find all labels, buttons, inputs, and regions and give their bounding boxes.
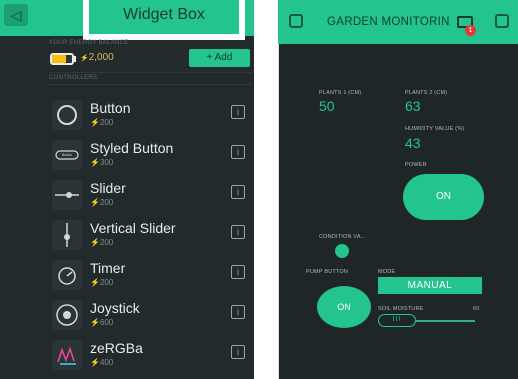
widget-cost: ⚡300 <box>90 158 113 167</box>
condition-led <box>335 244 349 258</box>
energy-symbol-icon: ⚡ <box>90 318 100 327</box>
mode-label: MODE <box>378 269 396 275</box>
condition-label: CONDITION VA... <box>319 234 366 240</box>
info-icon[interactable]: i <box>231 305 245 319</box>
chevron-left-icon: ◁ <box>10 7 22 23</box>
widget-name: zeRGBa <box>90 340 143 356</box>
widget-item-slider[interactable]: Slider ⚡200 i <box>49 176 252 214</box>
button-icon <box>52 100 82 130</box>
widget-name: Styled Button <box>90 140 174 156</box>
plants1-label: PLANTS 1 (CM) <box>319 90 362 96</box>
divider <box>49 84 252 85</box>
battery-fill <box>52 55 66 63</box>
energy-balance-value: ⚡2,000 <box>80 52 114 63</box>
power-button[interactable]: ON <box>403 174 484 220</box>
widget-name: Timer <box>90 260 126 276</box>
energy-symbol-icon: ⚡ <box>80 55 89 62</box>
timer-icon <box>52 260 82 290</box>
energy-symbol-icon: ⚡ <box>90 118 100 127</box>
widget-item-styled-button[interactable]: Button Styled Button ⚡300 i <box>49 136 252 174</box>
widget-item-joystick[interactable]: Joystick ⚡600 i <box>49 296 252 334</box>
widget-cost: ⚡200 <box>90 238 113 247</box>
notification-badge: 1 <box>465 25 476 36</box>
widget-box-title: Widget Box <box>123 6 205 23</box>
styled-button-icon: Button <box>52 140 82 170</box>
widget-item-timer[interactable]: Timer ⚡200 i <box>49 256 252 294</box>
info-icon[interactable]: i <box>231 225 245 239</box>
widget-cost-value: 300 <box>99 158 114 167</box>
widget-cost: ⚡600 <box>90 318 113 327</box>
energy-symbol-icon: ⚡ <box>90 158 100 167</box>
back-button[interactable]: ◁ <box>4 4 28 26</box>
play-mode-icon[interactable] <box>495 14 509 28</box>
mode-selector[interactable]: MANUAL <box>378 277 482 294</box>
info-icon[interactable]: i <box>231 265 245 279</box>
energy-symbol-icon: ⚡ <box>90 238 100 247</box>
info-icon[interactable]: i <box>231 345 245 359</box>
widget-cost-value: 200 <box>99 198 114 207</box>
settings-icon[interactable] <box>289 14 303 28</box>
styled-button-caption: Button <box>61 153 73 157</box>
widget-name: Slider <box>90 180 126 196</box>
energy-balance-label: YOUR ENERGY BALANCE <box>49 40 129 46</box>
pump-button-label: PUMP BUTTON <box>306 269 349 275</box>
widget-name: Vertical Slider <box>90 220 176 236</box>
widget-item-vertical-slider[interactable]: Vertical Slider ⚡200 i <box>49 216 252 254</box>
humidity-value: 43 <box>405 135 421 151</box>
energy-amount: 2,000 <box>88 52 114 63</box>
info-icon[interactable]: i <box>231 185 245 199</box>
soil-moisture-slider-thumb[interactable]: III <box>378 314 416 327</box>
widget-cost-value: 200 <box>99 238 114 247</box>
widget-cost: ⚡200 <box>90 198 113 207</box>
controllers-section-label: CONTROLLERS <box>49 75 98 81</box>
slider-icon <box>52 180 82 210</box>
plants2-value: 63 <box>405 98 421 114</box>
add-energy-button[interactable]: + Add <box>189 49 250 67</box>
soil-moisture-value: 60 <box>473 306 480 312</box>
widget-cost-value: 600 <box>99 318 114 327</box>
plants2-label: PLANTS 2 (CM) <box>405 90 448 96</box>
pump-button[interactable]: ON <box>317 286 371 328</box>
widget-cost: ⚡400 <box>90 358 113 367</box>
energy-symbol-icon: ⚡ <box>90 198 100 207</box>
energy-symbol-icon: ⚡ <box>90 358 100 367</box>
battery-tip <box>74 56 76 62</box>
power-label: POWER <box>405 162 427 168</box>
widget-cost: ⚡200 <box>90 118 113 127</box>
divider <box>49 72 252 73</box>
soil-moisture-label: SOIL MOISTURE <box>378 306 424 312</box>
info-icon[interactable]: i <box>231 145 245 159</box>
widget-name: Button <box>90 100 131 116</box>
zergba-icon <box>52 340 82 370</box>
humidity-label: HUMIDITY VALUE (%) <box>405 126 465 132</box>
widget-cost-value: 200 <box>99 118 114 127</box>
info-icon[interactable]: i <box>231 105 245 119</box>
widget-cost: ⚡200 <box>90 278 113 287</box>
widget-item-zergba[interactable]: zeRGBa ⚡400 i <box>49 336 252 374</box>
vertical-slider-icon <box>52 220 82 250</box>
widget-item-button[interactable]: Button ⚡200 i <box>49 96 252 134</box>
widget-cost-value: 200 <box>99 278 114 287</box>
joystick-icon <box>52 300 82 330</box>
widget-cost-value: 400 <box>99 358 114 367</box>
plants1-value: 50 <box>319 98 335 114</box>
energy-symbol-icon: ⚡ <box>90 278 100 287</box>
widget-name: Joystick <box>90 300 140 316</box>
project-title: GARDEN MONITORIN <box>327 16 450 28</box>
